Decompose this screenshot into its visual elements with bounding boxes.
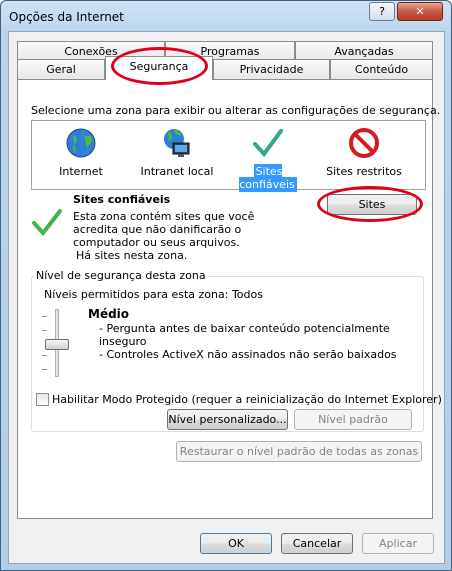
window-title: Opções da Internet <box>9 10 124 24</box>
zone-trusted-sites[interactable]: Sites confiáveis <box>224 121 312 192</box>
tab-privacy[interactable]: Privacidade <box>213 59 330 80</box>
protected-mode-label[interactable]: Habilitar Modo Protegido (requer a reini… <box>52 393 442 406</box>
zone-prompt: Selecione uma zona para exibir ou altera… <box>31 104 441 117</box>
sites-button[interactable]: Sites <box>327 194 417 215</box>
security-slider-thumb[interactable] <box>45 339 69 350</box>
default-level-button[interactable]: Nível padrão <box>294 409 412 430</box>
title-bar[interactable]: Opções da Internet ? ✕ <box>1 1 451 31</box>
apply-button[interactable]: Aplicar <box>362 533 434 554</box>
globe-icon <box>66 128 96 158</box>
trusted-zone-checkmark-icon <box>32 209 62 237</box>
ok-button[interactable]: OK <box>200 533 272 554</box>
level-name: Médio <box>88 307 130 321</box>
cancel-button[interactable]: Cancelar <box>281 533 353 554</box>
slider-tick <box>42 355 47 356</box>
tab-security[interactable]: Segurança <box>105 56 213 80</box>
zone-restricted-sites[interactable]: Sites restritos <box>320 121 408 189</box>
level-bullet-2: - Controles ActiveX não assinados não se… <box>99 348 397 361</box>
checkmark-icon <box>253 129 283 158</box>
allowed-levels-text: Níveis permitidos para esta zona: Todos <box>44 288 263 301</box>
close-button[interactable]: ✕ <box>397 2 443 21</box>
restore-all-zones-button[interactable]: Restaurar o nível padrão de todas as zon… <box>176 441 422 462</box>
protected-mode-checkbox[interactable] <box>36 393 49 406</box>
zone-desc-line-3: computador ou seus arquivos. <box>73 236 240 249</box>
zone-label-intranet: Intranet local <box>140 165 214 178</box>
zone-desc-line-4: Há sites nesta zona. <box>76 249 188 262</box>
slider-tick <box>42 330 47 331</box>
level-bullet-1: - Pergunta antes de baixar conteúdo pote… <box>99 322 390 335</box>
slider-tick <box>42 316 47 317</box>
zone-label-trusted: Sites confiáveis <box>239 164 297 192</box>
tab-general[interactable]: Geral <box>17 59 105 80</box>
custom-level-button[interactable]: Nível personalizado... <box>167 409 288 430</box>
slider-tick <box>42 369 47 370</box>
help-button[interactable]: ? <box>369 2 395 21</box>
zone-label-restricted: Sites restritos <box>326 165 402 178</box>
intranet-icon <box>164 129 190 157</box>
restricted-icon <box>349 128 379 158</box>
zone-list[interactable]: Internet Intranet local Sites confiáveis… <box>31 120 426 192</box>
zone-desc-line-1: Esta zona contém sites que você <box>73 210 255 223</box>
zone-internet[interactable]: Internet <box>37 121 125 189</box>
zone-local-intranet[interactable]: Intranet local <box>133 121 221 189</box>
level-bullet-1-cont: inseguro <box>99 335 147 348</box>
zone-title: Sites confiáveis <box>73 193 171 206</box>
zone-desc-line-2: acredita que não danificarão o <box>73 223 242 236</box>
zone-label-internet: Internet <box>59 165 103 178</box>
security-level-legend: Nível de segurança desta zona <box>34 269 208 282</box>
tab-content[interactable]: Conteúdo <box>330 59 433 80</box>
